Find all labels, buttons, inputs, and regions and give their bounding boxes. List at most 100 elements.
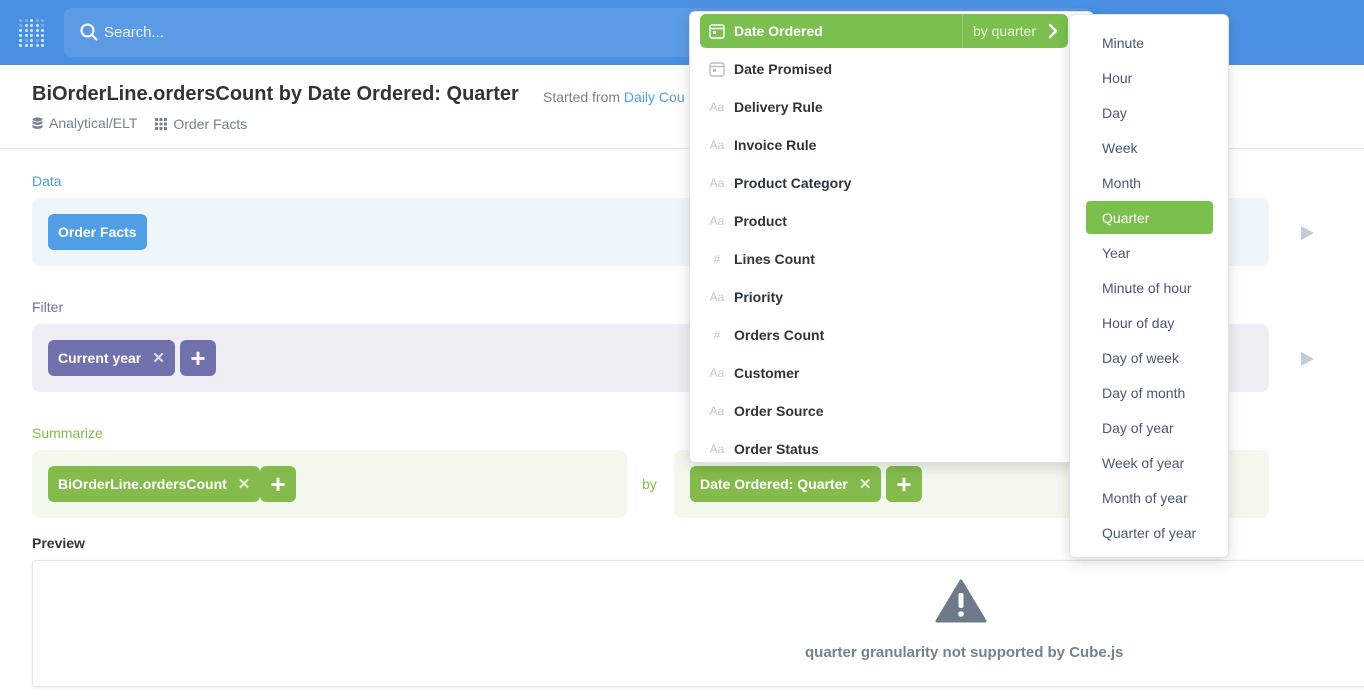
dimension-item-label: Invoice Rule	[734, 137, 817, 153]
text-icon: Aa	[709, 290, 725, 304]
breadcrumb-table-label: Order Facts	[173, 115, 248, 132]
granularity-option[interactable]: Quarter	[1086, 201, 1213, 234]
logo-dot	[41, 34, 44, 37]
granularity-option[interactable]: Day of month	[1086, 376, 1213, 409]
granularity-toggle-label: by quarter	[972, 23, 1036, 39]
dimension-item[interactable]: Aa Product Category	[700, 166, 1068, 200]
logo-dot	[30, 39, 33, 42]
dimension-picker-popover: Date Ordered by quarter Date Promised Aa Del…	[689, 11, 1094, 463]
logo-dot	[19, 44, 22, 47]
granularity-option[interactable]: Month of year	[1086, 481, 1213, 514]
granularity-option[interactable]: Year	[1086, 236, 1213, 269]
breadcrumb-database[interactable]: Analytical/ELT	[32, 115, 137, 131]
chevron-right-icon	[1048, 23, 1058, 39]
preview-error-message: quarter granularity not supported by Cub…	[805, 644, 1124, 661]
data-section-label: Data	[32, 173, 62, 189]
data-source-pill[interactable]: Order Facts	[48, 214, 147, 250]
dimension-item-label: Order Status	[734, 441, 819, 457]
calendar-icon	[708, 23, 726, 39]
dimension-item[interactable]: Aa Customer	[700, 356, 1068, 390]
filter-pill-label: Current year	[58, 350, 142, 366]
logo-dot	[24, 29, 28, 32]
dimension-item[interactable]: Date Promised	[700, 52, 1068, 86]
logo-dot	[30, 29, 33, 32]
page-title: BiOrderLine.ordersCount by Date Ordered:…	[32, 83, 519, 105]
logo-dot	[41, 29, 44, 32]
logo-dot	[19, 24, 22, 27]
grid-icon	[155, 117, 168, 130]
number-icon: #	[713, 328, 721, 342]
logo-dot	[35, 19, 39, 22]
granularity-option[interactable]: Minute	[1086, 26, 1213, 59]
metabase-logo-icon[interactable]	[19, 19, 45, 47]
logo-dot	[41, 24, 44, 27]
granularity-option[interactable]: Week	[1086, 131, 1213, 164]
remove-breakout-icon[interactable]: ✕	[859, 475, 872, 493]
summarize-section-label: Summarize	[32, 425, 103, 441]
remove-filter-icon[interactable]: ✕	[152, 349, 165, 367]
calendar-icon	[708, 61, 726, 77]
logo-dot	[35, 34, 39, 37]
dimension-item-label: Order Source	[734, 403, 824, 419]
dimension-item-label: Product Category	[734, 175, 852, 191]
logo-dot	[24, 19, 28, 22]
started-from-link[interactable]: Daily Cou	[624, 89, 685, 105]
logo-dot	[30, 44, 33, 47]
preview-panel: quarter granularity not supported by Cub…	[32, 560, 1364, 687]
dimension-item[interactable]: # Lines Count	[700, 242, 1068, 276]
add-filter-button[interactable]: +	[180, 340, 216, 376]
text-icon: Aa	[709, 138, 725, 152]
breakout-pill[interactable]: Date Ordered: Quarter ✕	[690, 466, 882, 502]
data-preview-arrow-icon[interactable]	[1301, 226, 1314, 240]
dimension-item[interactable]: # Orders Count	[700, 318, 1068, 352]
filter-pill[interactable]: Current year ✕	[48, 340, 175, 376]
by-label: by	[642, 476, 657, 492]
warning-icon	[935, 579, 987, 623]
dimension-item[interactable]: Date Ordered by quarter	[700, 14, 1068, 48]
breadcrumb: Analytical/ELT Order Facts	[32, 115, 261, 133]
logo-dot	[24, 44, 28, 47]
logo-dot	[24, 39, 28, 42]
granularity-option[interactable]: Hour of day	[1086, 306, 1213, 339]
logo-dot	[30, 19, 33, 22]
logo-dot	[19, 34, 22, 37]
logo-dot	[24, 24, 28, 27]
dimension-item[interactable]: Aa Product	[700, 204, 1068, 238]
breadcrumb-table[interactable]: Order Facts	[155, 116, 247, 132]
logo-dot	[35, 39, 39, 42]
dimension-item[interactable]: Aa Invoice Rule	[700, 128, 1068, 162]
text-icon: Aa	[709, 100, 725, 114]
logo-dot	[30, 34, 33, 37]
add-breakout-button[interactable]: +	[886, 466, 922, 502]
granularity-option[interactable]: Week of year	[1086, 446, 1213, 479]
add-metric-button[interactable]: +	[260, 466, 296, 502]
logo-dot	[35, 44, 39, 47]
dimension-item-label: Delivery Rule	[734, 99, 823, 115]
number-icon: #	[713, 252, 721, 266]
metric-pill[interactable]: BiOrderLine.ordersCount ✕	[48, 466, 261, 502]
search-input[interactable]	[104, 20, 704, 44]
granularity-option[interactable]: Day	[1086, 96, 1213, 129]
summarize-metrics-panel: BiOrderLine.ordersCount ✕ +	[32, 450, 627, 518]
granularity-option[interactable]: Day of week	[1086, 341, 1213, 374]
remove-metric-icon[interactable]: ✕	[238, 475, 251, 493]
dimension-item[interactable]: Aa Priority	[700, 280, 1068, 314]
granularity-toggle[interactable]: by quarter	[961, 14, 1068, 48]
granularity-option[interactable]: Quarter of year	[1086, 516, 1213, 549]
started-from: Started from Daily Cou	[543, 89, 685, 105]
dimension-item[interactable]: Aa Order Status	[700, 432, 1068, 462]
filter-preview-arrow-icon[interactable]	[1301, 352, 1314, 366]
dimension-item-label: Product	[734, 213, 787, 229]
metric-pill-label: BiOrderLine.ordersCount	[58, 476, 227, 492]
granularity-option[interactable]: Minute of hour	[1086, 271, 1213, 304]
dimension-item-label: Customer	[734, 365, 800, 381]
database-icon	[32, 117, 43, 129]
granularity-option[interactable]: Day of year	[1086, 411, 1213, 444]
logo-dot	[41, 44, 44, 47]
dimension-item[interactable]: Aa Order Source	[700, 394, 1068, 428]
granularity-option[interactable]: Month	[1086, 166, 1213, 199]
text-icon: Aa	[709, 366, 725, 380]
logo-dot	[30, 24, 33, 27]
granularity-option[interactable]: Hour	[1086, 61, 1213, 94]
dimension-item[interactable]: Aa Delivery Rule	[700, 90, 1068, 124]
